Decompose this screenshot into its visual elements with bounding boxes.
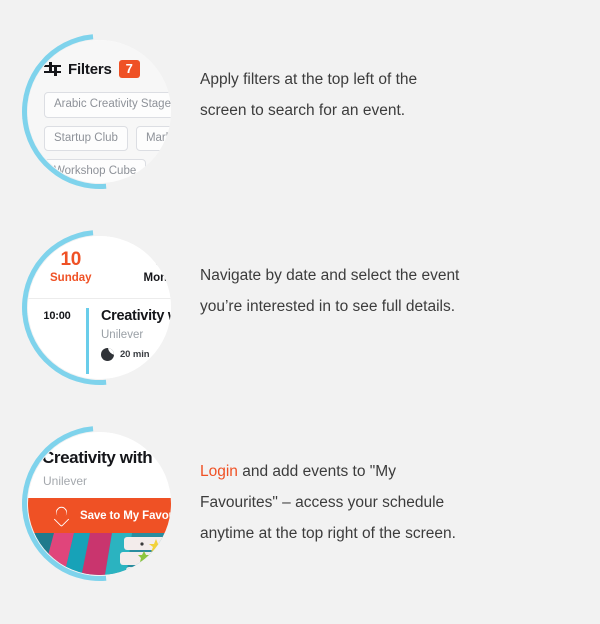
- schedule-panel: 10 Sunday 11 Monday 10:00 Creativ: [28, 236, 171, 379]
- instruction-line: Navigate by date and select the event: [200, 267, 460, 284]
- event-detail-panel: Creativity with Unilever Save to My Favo…: [28, 432, 171, 575]
- heart-icon: [51, 505, 72, 526]
- instruction-line: Favourites" – access your schedule: [200, 494, 445, 511]
- event-detail-title: Creativity with: [42, 448, 153, 467]
- instruction-text-navigate: Navigate by date and select the event yo…: [200, 222, 499, 322]
- instruction-line-rest: and add events to "My: [237, 463, 396, 480]
- event-detail-organisation: Unilever: [43, 474, 88, 488]
- filters-panel: Filters 7 Arabic Creativity Stage Startu…: [28, 40, 171, 183]
- event-duration-label: 20 min: [120, 349, 150, 360]
- instruction-step-filters: Filters 7 Arabic Creativity Stage Startu…: [0, 2, 600, 221]
- date-weekday: Sunday: [50, 271, 92, 284]
- filter-chip[interactable]: Startup Club: [44, 125, 128, 152]
- instruction-line: Login and add events to "My: [200, 456, 456, 487]
- instruction-line: screen to search for an event.: [200, 102, 406, 119]
- preview-filters: Filters 7 Arabic Creativity Stage Startu…: [0, 2, 209, 221]
- instruction-step-navigate: 10 Sunday 11 Monday 10:00 Creativ: [0, 198, 600, 417]
- filter-chip[interactable]: F: [154, 159, 171, 183]
- event-duration: 20 min: [101, 348, 171, 361]
- login-link[interactable]: Login: [200, 463, 238, 480]
- instruction-line: anytime at the top right of the screen.: [200, 525, 456, 542]
- instruction-line: you’re interested in to see full details…: [200, 298, 456, 315]
- date-tab-11[interactable]: 11 Monday: [144, 250, 171, 284]
- event-title: Creativity wi: [101, 308, 171, 324]
- circular-screenshot-mask: Creativity with Unilever Save to My Favo…: [28, 432, 171, 575]
- save-to-favourites-label: Save to My Favourites: [80, 509, 171, 522]
- date-navigation-strip: 10 Sunday 11 Monday: [28, 236, 171, 298]
- event-photo-graphic: [28, 533, 171, 575]
- filters-header[interactable]: Filters 7: [44, 60, 140, 78]
- instruction-text-filters: Apply filters at the top left of the scr…: [200, 26, 457, 126]
- filter-chip[interactable]: Arabic Creativity Stage: [44, 92, 171, 118]
- date-tab-10[interactable]: 10 Sunday: [50, 250, 92, 284]
- event-body: Creativity wi Unilever 20 min: [101, 308, 171, 361]
- event-organisation: Unilever: [101, 329, 144, 341]
- circular-screenshot-mask: 10 Sunday 11 Monday 10:00 Creativ: [28, 236, 171, 379]
- filter-chip[interactable]: Workshop Cube: [44, 159, 147, 183]
- preview-login: Creativity with Unilever Save to My Favo…: [0, 394, 209, 613]
- event-accent-bar: [86, 308, 89, 374]
- filter-chip-row: Arabic Creativity Stage: [44, 92, 171, 118]
- instruction-text-login: Login and add events to "My Favourites" …: [200, 418, 496, 549]
- onboarding-instructions-page: Filters 7 Arabic Creativity Stage Startu…: [0, 0, 600, 624]
- date-number: 10: [60, 249, 82, 270]
- filter-chip-row: Startup Club Markete: [44, 125, 171, 152]
- date-number: 11: [155, 249, 171, 270]
- pie-clock-icon: [101, 348, 114, 361]
- instruction-line: Apply filters at the top left of the: [200, 71, 418, 88]
- save-to-favourites-button[interactable]: Save to My Favourites: [28, 498, 171, 533]
- filter-chip-row: Workshop Cube F: [44, 159, 171, 183]
- date-weekday: Monday: [143, 271, 171, 284]
- event-time: 10:00: [43, 310, 71, 322]
- filter-chip-list: Arabic Creativity Stage Startup Club Mar…: [44, 92, 171, 183]
- event-photo: [28, 533, 171, 575]
- filters-label: Filters: [68, 60, 112, 78]
- filter-chip[interactable]: Markete: [135, 125, 171, 152]
- preview-navigate: 10 Sunday 11 Monday 10:00 Creativ: [0, 198, 209, 417]
- filter-sliders-icon: [44, 61, 61, 77]
- event-list-item[interactable]: 10:00 Creativity wi Unilever 20 min: [28, 299, 171, 374]
- circular-screenshot-mask: Filters 7 Arabic Creativity Stage Startu…: [28, 40, 171, 183]
- filters-count-badge: 7: [118, 60, 140, 78]
- instruction-step-login: Creativity with Unilever Save to My Favo…: [0, 394, 600, 613]
